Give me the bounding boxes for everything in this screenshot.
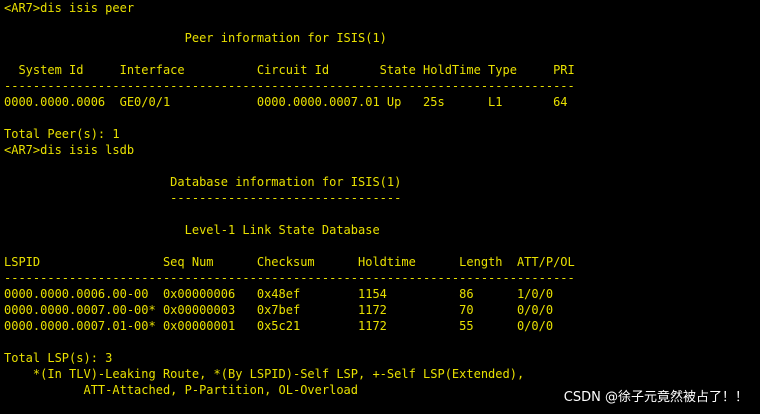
lsdb-table-header: LSPID Seq Num Checksum Holdtime Length A…	[4, 255, 575, 269]
legend-line-2: ATT-Attached, P-Partition, OL-Overload	[4, 383, 359, 397]
peer-table-header: System Id Interface Circuit Id State Hol…	[4, 63, 575, 77]
lsdb-table-row: 0000.0000.0007.00-00* 0x00000003 0x7bef …	[4, 303, 554, 317]
total-peers-line: Total Peer(s): 1	[4, 127, 120, 141]
legend-line-1: *(In TLV)-Leaking Route, *(By LSPID)-Sel…	[4, 367, 525, 381]
level1-lsdb-title: Level-1 Link State Database	[4, 223, 380, 237]
lsdb-table-divider: ----------------------------------------…	[4, 271, 575, 285]
prompt-command-dis-isis-lsdb: <AR7>dis isis lsdb	[4, 143, 135, 157]
csdn-watermark: CSDN @徐子元竟然被占了！！	[563, 390, 748, 405]
lsdb-table-row: 0000.0000.0006.00-00 0x00000006 0x48ef 1…	[4, 287, 554, 301]
database-info-title: Database information for ISIS(1)	[4, 175, 402, 189]
database-title-underline: --------------------------------	[4, 191, 402, 205]
peer-info-title: Peer information for ISIS(1)	[4, 31, 387, 45]
terminal-window: <AR7>dis isis peer Peer information for …	[0, 0, 760, 414]
lsdb-table-row: 0000.0000.0007.01-00* 0x00000001 0x5c21 …	[4, 319, 554, 333]
peer-table-divider: ----------------------------------------…	[4, 79, 575, 93]
peer-table-row: 0000.0000.0006 GE0/0/1 0000.0000.0007.01…	[4, 95, 568, 109]
total-lsp-line: Total LSP(s): 3	[4, 351, 113, 365]
prompt-command-dis-isis-peer: <AR7>dis isis peer	[4, 1, 135, 15]
